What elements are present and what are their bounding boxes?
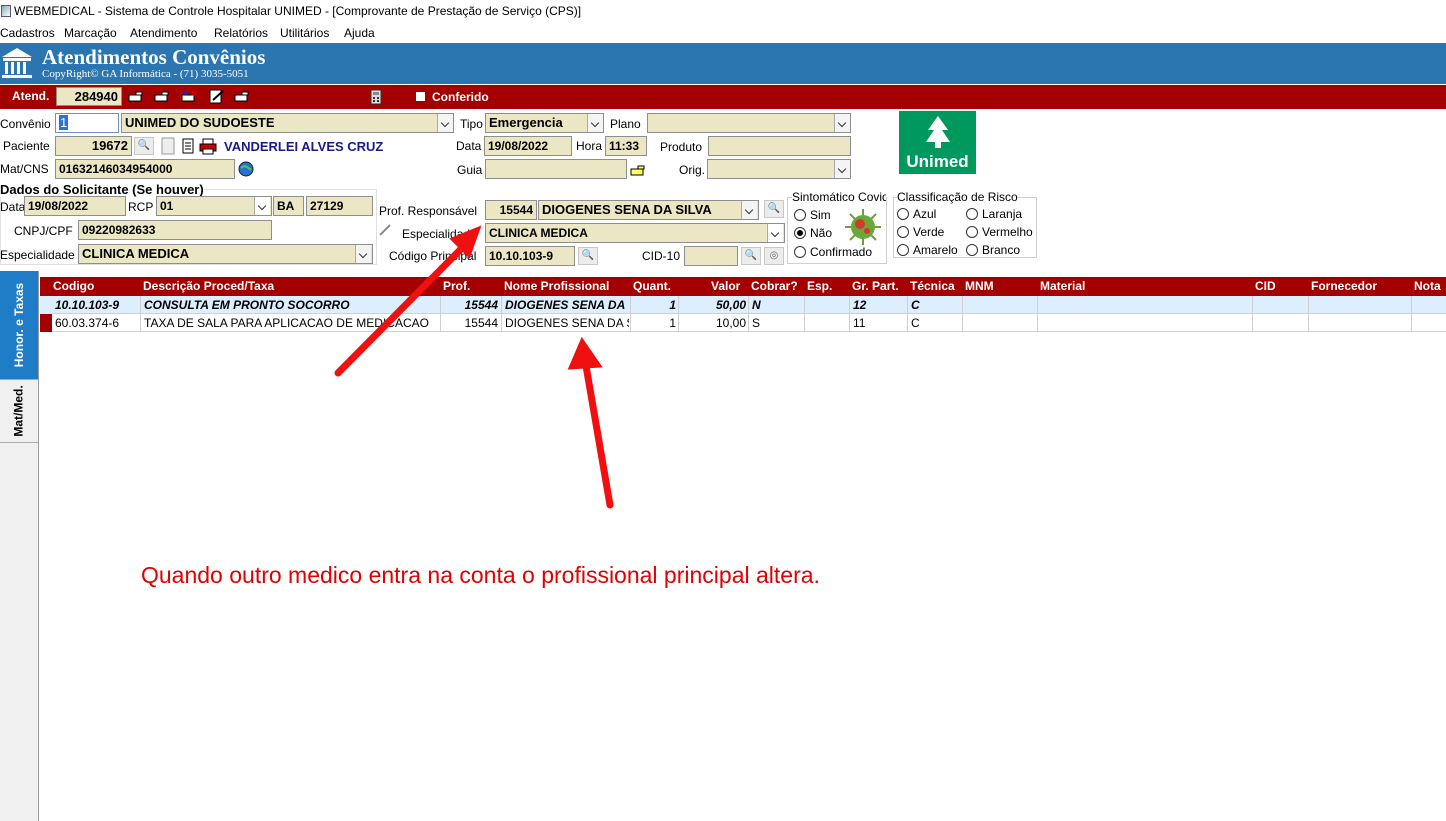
annotation-arrow-right <box>581 356 614 509</box>
annotation-arrows <box>334 225 614 509</box>
annotation-arrowhead-right <box>567 336 603 370</box>
annotation-arrow-left <box>334 240 470 377</box>
annotation-note: Quando outro medico entra na conta o pro… <box>141 562 820 588</box>
